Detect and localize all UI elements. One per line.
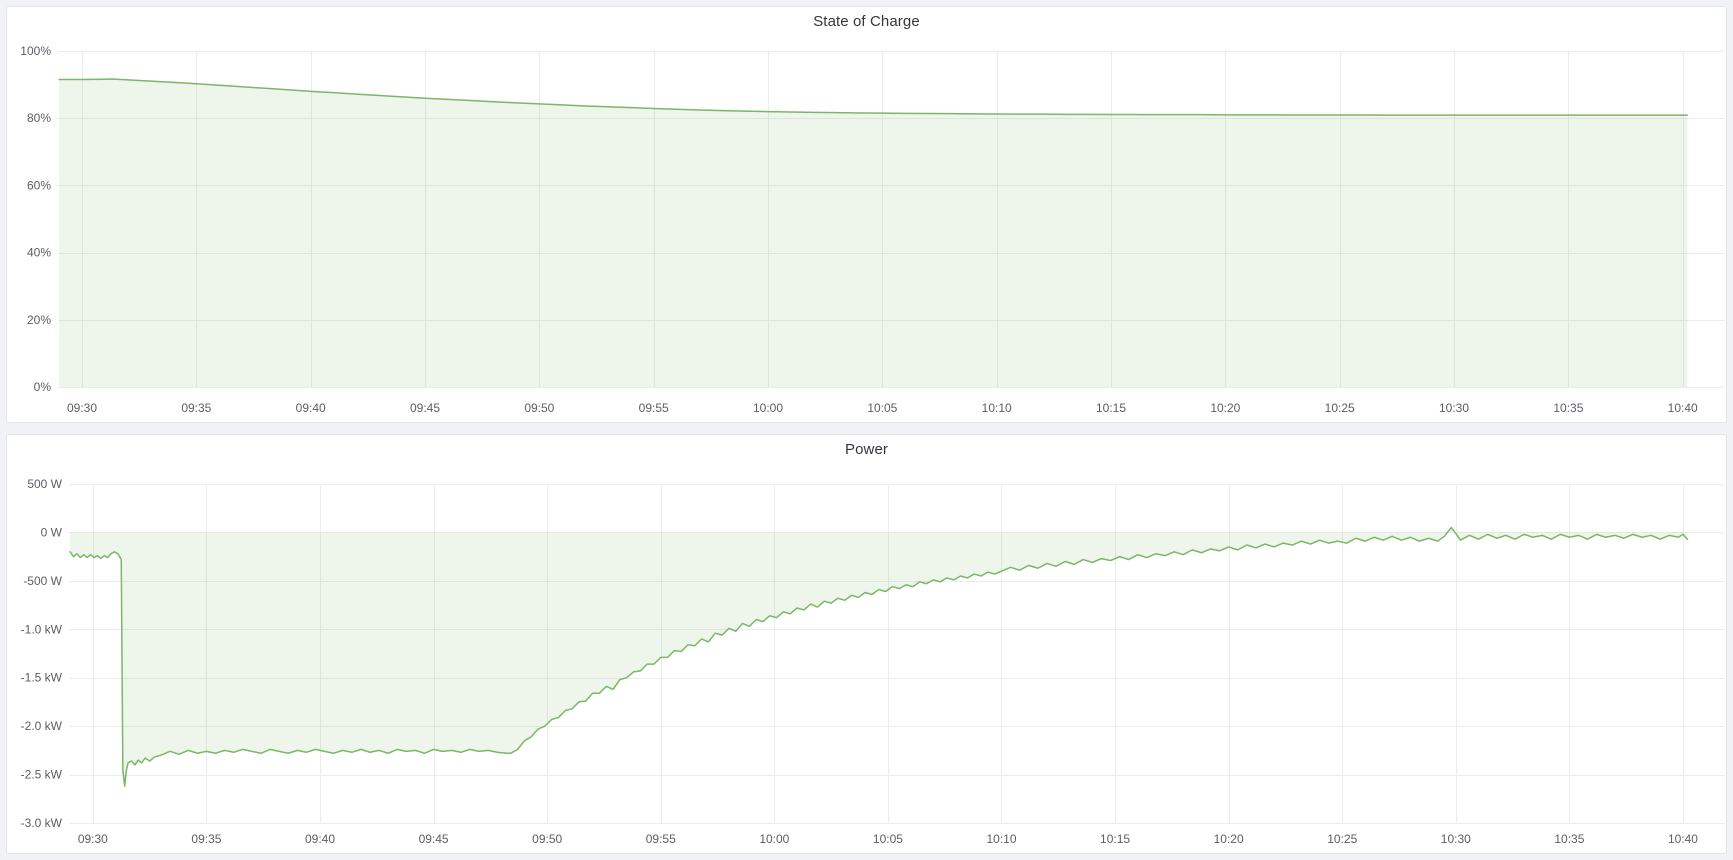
x-axis-label: 09:35: [191, 832, 221, 846]
y-axis-label: 0 W: [41, 525, 63, 539]
y-axis-label: 0%: [34, 380, 52, 394]
x-axis-label: 10:40: [1668, 401, 1698, 415]
y-axis-label: 60%: [27, 178, 51, 192]
panel-header[interactable]: Power: [7, 435, 1726, 461]
x-axis-label: 09:30: [67, 401, 97, 415]
x-axis-label: 10:10: [986, 832, 1016, 846]
x-axis-label: 09:45: [419, 832, 449, 846]
panel-header[interactable]: State of Charge: [7, 7, 1726, 33]
x-axis-label: 10:15: [1096, 401, 1126, 415]
y-axis-label: 500 W: [27, 477, 62, 491]
x-axis-label: 09:40: [305, 832, 335, 846]
x-axis-label: 10:05: [873, 832, 903, 846]
y-axis-label: 40%: [27, 246, 51, 260]
panel-title: State of Charge: [813, 13, 920, 30]
panel-title: Power: [845, 441, 888, 458]
x-axis-label: 10:30: [1441, 832, 1471, 846]
x-axis-label: 10:40: [1668, 832, 1698, 846]
x-axis-label: 09:35: [181, 401, 211, 415]
y-axis-label: 20%: [27, 313, 51, 327]
y-axis-label: -2.0 kW: [21, 719, 63, 733]
x-axis-label: 10:10: [982, 401, 1012, 415]
x-axis-label: 10:05: [867, 401, 897, 415]
x-axis-label: 09:50: [524, 401, 554, 415]
x-axis-label: 09:40: [296, 401, 326, 415]
series-area: [59, 79, 1687, 387]
power-chart-canvas[interactable]: 500 W 0 W -500 W -1.0 kW -1.5 kW -2.0 kW -2.5 …: [7, 461, 1728, 853]
x-axis-label: 09:45: [410, 401, 440, 415]
x-axis-label: 10:20: [1214, 832, 1244, 846]
series-area: [70, 528, 1687, 787]
x-axis-label: 09:50: [532, 832, 562, 846]
x-axis-label: 10:00: [753, 401, 783, 415]
panel-state-of-charge: State of Charge 0%20%40%60%80%100%09:300…: [6, 6, 1727, 423]
x-axis-label: 09:55: [639, 401, 669, 415]
x-axis-label: 09:30: [78, 832, 108, 846]
y-axis-label: -500 W: [23, 574, 62, 588]
y-axis-label: 80%: [27, 111, 51, 125]
y-axis-label: -1.0 kW: [21, 622, 63, 636]
x-axis-label: 10:35: [1553, 401, 1583, 415]
y-axis-label: 100%: [20, 44, 51, 58]
y-axis-label: -2.5 kW: [21, 768, 63, 782]
y-axis-label: -1.5 kW: [21, 671, 63, 685]
x-axis-label: 10:35: [1554, 832, 1584, 846]
x-axis-label: 10:00: [759, 832, 789, 846]
x-axis-label: 10:15: [1100, 832, 1130, 846]
x-axis-label: 10:20: [1210, 401, 1240, 415]
x-axis-label: 10:25: [1327, 832, 1357, 846]
x-axis-label: 10:30: [1439, 401, 1469, 415]
x-axis-label: 09:55: [646, 832, 676, 846]
x-axis-label: 10:25: [1325, 401, 1355, 415]
panel-power: Power 500 W 0 W -500 W -1.0 kW -1.5 kW -2.0 k…: [6, 434, 1727, 854]
y-axis-label: -3.0 kW: [21, 816, 63, 830]
state-of-charge-chart-canvas[interactable]: 0% 20% 40% 60% 80% 100% 09:30 09:35 09:40 09:45 09…: [7, 33, 1728, 422]
